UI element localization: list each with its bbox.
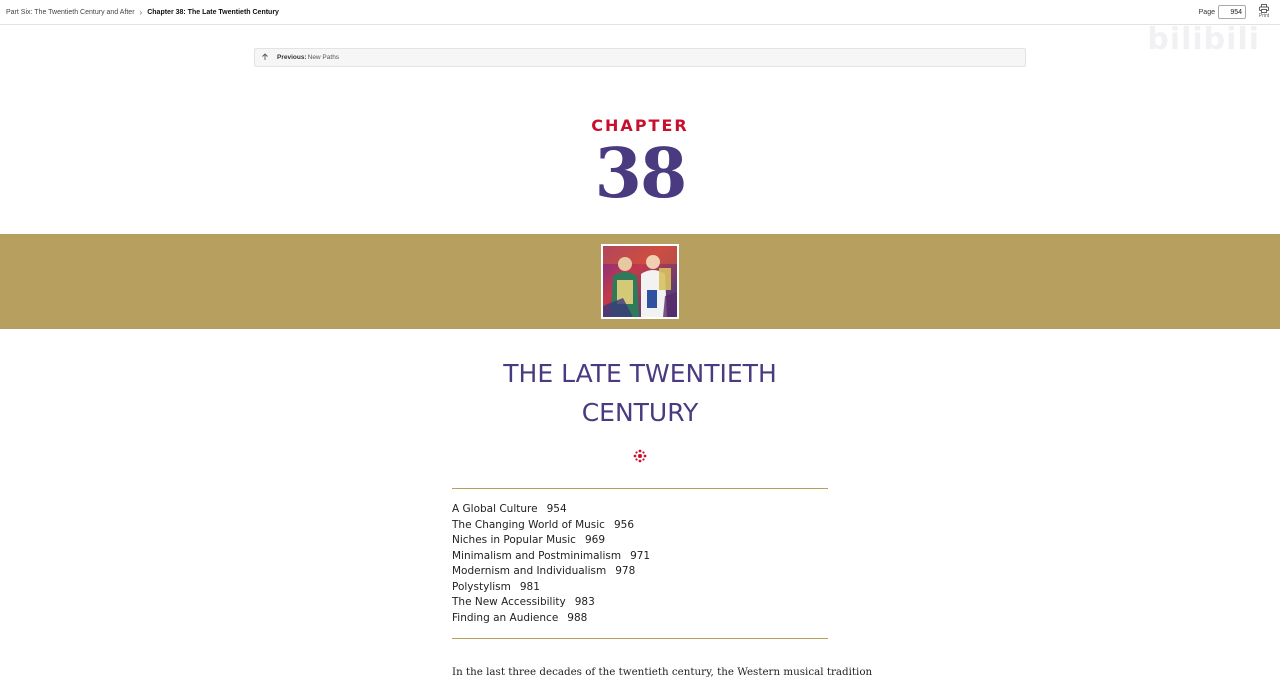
page-label: Page — [1198, 8, 1215, 16]
divider-top — [452, 488, 828, 489]
toc-item-page: 981 — [519, 580, 540, 593]
toc-item[interactable]: Polystylism 981 — [452, 580, 828, 596]
previous-section-link[interactable]: Previous: New Paths — [254, 48, 1026, 67]
chapter-banner — [0, 234, 1280, 329]
page-navigator: Page — [1199, 5, 1246, 19]
toc-item-label: Niches in Popular Music — [452, 534, 576, 546]
previous-label: Previous: — [277, 54, 307, 61]
chapter-artwork-image — [601, 244, 679, 319]
toc-item-page: 978 — [615, 565, 636, 577]
toc-item-page: 954 — [546, 503, 567, 515]
toc-item[interactable]: The New Accessibility 983 — [452, 595, 828, 611]
divider-bottom — [452, 638, 828, 639]
arrow-up-icon — [255, 52, 275, 63]
toc-item[interactable]: A Global Culture 954 — [452, 502, 828, 518]
chapter-contents-list: A Global Culture 954 The Changing World o… — [452, 502, 828, 626]
toc-item-label: Finding an Audience — [452, 611, 559, 624]
ornament-icon — [633, 449, 647, 463]
toc-item-page: 969 — [584, 534, 606, 546]
toc-item-label: A Global Culture — [452, 503, 538, 515]
chapter-number: 38 — [594, 134, 688, 214]
breadcrumb-parent-link[interactable]: Part Six: The Twentieth Century and Afte… — [6, 9, 135, 16]
toc-item[interactable]: Niches in Popular Music 969 — [452, 533, 828, 549]
chapter-word: CHAPTER — [591, 116, 689, 135]
toc-item-page: 983 — [574, 596, 595, 608]
breadcrumb: Part Six: The Twentieth Century and Afte… — [6, 8, 279, 17]
breadcrumb-current: Chapter 38: The Late Twentieth Century — [147, 9, 279, 16]
top-bar: Part Six: The Twentieth Century and Afte… — [0, 0, 1280, 25]
toc-item[interactable]: Minimalism and Postminimalism 971 — [452, 549, 828, 565]
chapter-title-line2: CENTURY — [581, 398, 699, 427]
breadcrumb-chevron-icon: › — [139, 8, 143, 17]
toc-item-label: The Changing World of Music — [452, 518, 605, 531]
page-number-input[interactable] — [1218, 5, 1246, 19]
chapter-title-line1: THE LATE TWENTIETH — [503, 359, 777, 388]
chapter-title: THE LATE TWENTIETH CENTURY — [0, 354, 1280, 432]
toc-item-page: 956 — [613, 518, 634, 531]
toc-item-label: Minimalism and Postminimalism — [452, 549, 622, 562]
printer-icon — [1259, 4, 1269, 13]
toc-item-label: Polystylism — [452, 580, 511, 593]
print-label: Print — [1258, 13, 1270, 19]
print-button[interactable]: Print — [1256, 4, 1272, 22]
toc-item[interactable]: Finding an Audience 988 — [452, 611, 828, 627]
toc-item-page: 971 — [630, 549, 651, 562]
toc-item-label: The New Accessibility — [452, 596, 566, 608]
toc-item-label: Modernism and Individualism — [452, 565, 607, 577]
previous-title: New Paths — [307, 54, 340, 61]
bilibili-watermark-logo: bilibili — [1147, 22, 1260, 57]
toc-item-page: 988 — [567, 611, 588, 624]
body-paragraph: In the last three decades of the twentie… — [452, 666, 873, 678]
toc-item[interactable]: The Changing World of Music 956 — [452, 518, 828, 534]
toc-item[interactable]: Modernism and Individualism 978 — [452, 564, 828, 580]
